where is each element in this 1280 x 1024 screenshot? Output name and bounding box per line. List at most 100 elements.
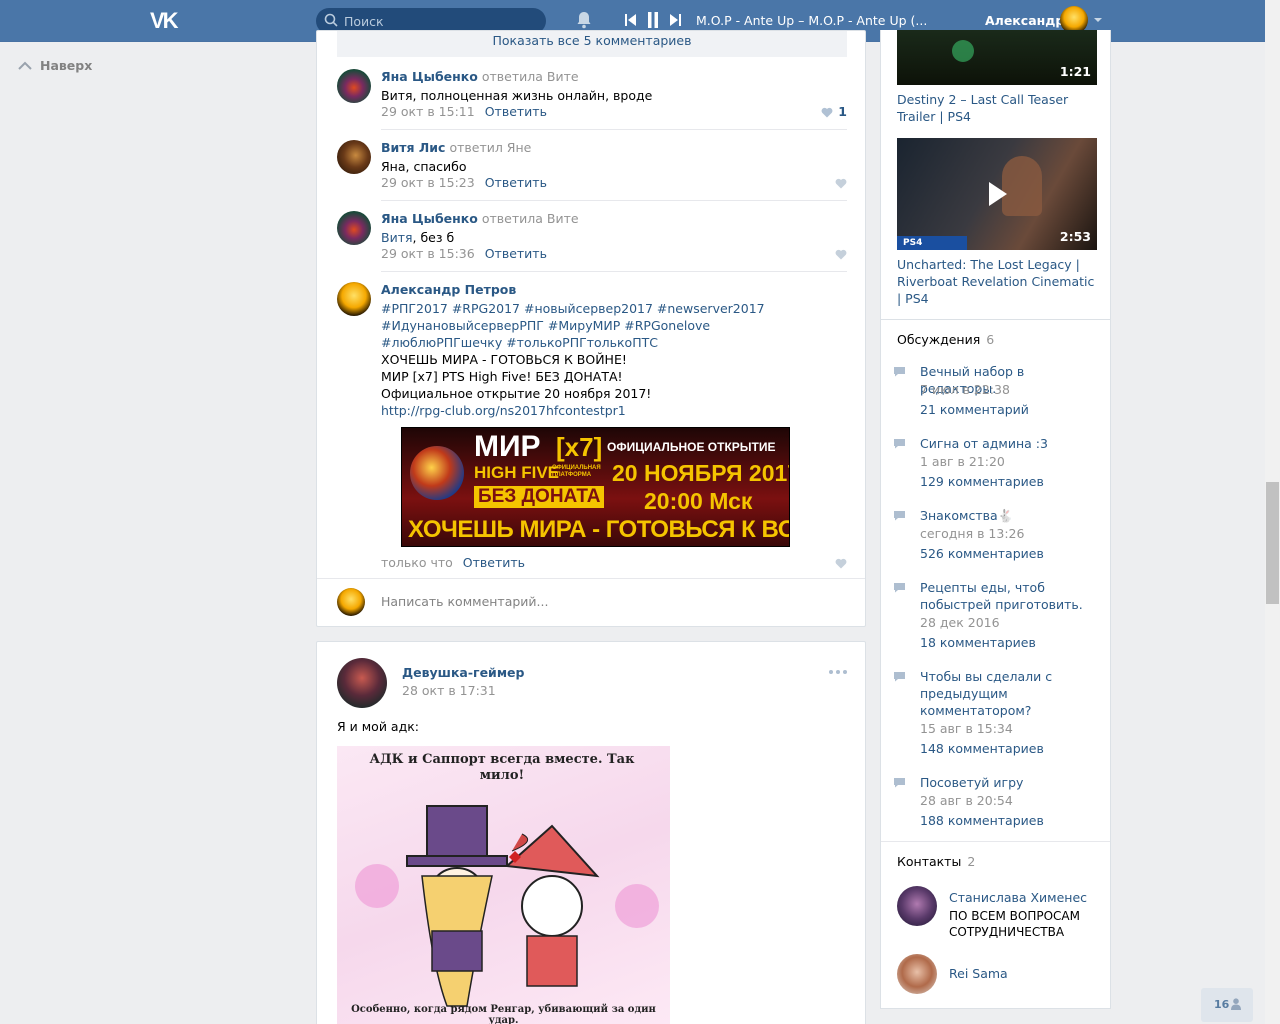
user-menu-chevron-icon[interactable]: [1094, 18, 1102, 22]
user-name[interactable]: Александр: [985, 13, 1064, 28]
contact-name[interactable]: Станислава Хименес: [949, 890, 1087, 905]
promo-banner-image[interactable]: МИР [x7] ОФИЦИАЛЬНОЕ ОТКРЫТИЕ HIGH FIVE …: [401, 427, 790, 547]
video-title[interactable]: Uncharted: The Lost Legacy | Riverboat R…: [897, 256, 1102, 307]
post-image[interactable]: АДК и Саппорт всегда вместе. Так мило! О…: [337, 746, 670, 1024]
discussion-date: 1 авг в 21:20: [920, 454, 1005, 469]
comment-text: Яна, спасибо: [381, 159, 467, 174]
next-track-icon[interactable]: [669, 14, 681, 26]
section-divider: [881, 841, 1110, 842]
like-heart-icon[interactable]: [821, 107, 833, 118]
discussion-item[interactable]: Знакомства🐇 сегодня в 13:26 526 коммента…: [893, 507, 1093, 567]
show-all-comments-button[interactable]: Показать все 5 комментариев: [337, 31, 847, 57]
comment-author[interactable]: Витя Лис: [381, 140, 445, 155]
contacts-header[interactable]: Контакты 2: [897, 854, 975, 869]
post-time[interactable]: 28 окт в 17:31: [402, 683, 496, 698]
discussion-comments[interactable]: 18 комментариев: [920, 635, 1036, 650]
discussion-title[interactable]: Посоветуй игру: [920, 774, 1095, 791]
comment-author[interactable]: Яна Цыбенко: [381, 69, 478, 84]
discussion-comments[interactable]: 21 комментарий: [920, 402, 1029, 417]
reply-button[interactable]: Ответить: [485, 104, 547, 119]
discussion-date: 15 авг в 15:34: [920, 721, 1013, 736]
post-author-avatar[interactable]: [337, 658, 387, 708]
like-heart-icon[interactable]: [835, 249, 847, 260]
discussion-bubble-icon: [894, 367, 905, 377]
discussion-item[interactable]: Посоветуй игру 28 авг в 20:54 188 коммен…: [893, 774, 1093, 834]
show-all-comments-label: Показать все 5 комментариев: [492, 33, 692, 48]
reply-button[interactable]: Ответить: [485, 246, 547, 261]
hashtags[interactable]: #РПГ2017 #RPG2017 #новыйсервер2017 #news…: [381, 300, 821, 351]
video-thumbnail[interactable]: PS4 2:53: [897, 138, 1097, 250]
back-to-top[interactable]: Наверх: [18, 58, 92, 73]
scrollbar-thumb[interactable]: [1266, 482, 1279, 604]
comment-text: Витя, без б: [381, 229, 841, 246]
comment: Витя Лис ответил Яне Яна, спасибо 29 окт…: [337, 140, 847, 200]
like-count[interactable]: 1: [838, 104, 847, 119]
video-title[interactable]: Destiny 2 – Last Call Teaser Trailer | P…: [897, 91, 1102, 125]
comment-text-rest: , без б: [412, 230, 455, 245]
write-comment-input[interactable]: Написать комментарий...: [381, 594, 821, 609]
vk-logo[interactable]: VK: [150, 8, 186, 34]
banner-mir: МИР: [474, 430, 541, 463]
ps4-badge: PS4: [897, 236, 967, 250]
comment-author[interactable]: Александр Петров: [381, 282, 516, 297]
online-friends-button[interactable]: 16: [1201, 988, 1253, 1022]
comment: Яна Цыбенко ответила Вите Витя, без б 29…: [337, 211, 847, 271]
commenter-avatar[interactable]: [337, 69, 371, 103]
video-glow: [952, 40, 974, 62]
comment-time[interactable]: 29 окт в 15:11: [381, 104, 475, 119]
back-to-top-label: Наверх: [40, 58, 93, 73]
player-track-title[interactable]: M.O.P - Ante Up – M.O.P - Ante Up (...: [696, 13, 927, 28]
post-author[interactable]: Девушка-геймер: [402, 665, 524, 680]
discussion-title[interactable]: Сигна от админа :3: [920, 435, 1095, 452]
discussion-comments[interactable]: 148 комментариев: [920, 741, 1044, 756]
comment-text: Витя, полноценная жизнь онлайн, вроде: [381, 88, 653, 103]
comment-author[interactable]: Яна Цыбенко: [381, 211, 478, 226]
commenter-avatar[interactable]: [337, 211, 371, 245]
play-icon[interactable]: [987, 181, 1009, 207]
comment-time[interactable]: 29 окт в 15:23: [381, 175, 475, 190]
mention-link[interactable]: Витя: [381, 230, 413, 245]
post-card: Девушка-геймер 28 окт в 17:31 Я и мой ад…: [316, 641, 866, 1024]
notifications-bell-icon[interactable]: [576, 11, 592, 29]
contact-avatar[interactable]: [897, 886, 937, 926]
discussion-title[interactable]: Рецепты еды, чтоб побыстрей приготовить.: [920, 579, 1095, 613]
discussion-title[interactable]: Знакомства🐇: [920, 507, 1095, 524]
banner-platform: ОФИЦИАЛЬНАЯ ПЛАТФОРМА: [552, 465, 601, 478]
discussion-item[interactable]: Вечный набор в редакторы. 7 июл в 22:38 …: [893, 363, 1093, 423]
commenter-avatar[interactable]: [337, 140, 371, 174]
reply-button[interactable]: Ответить: [463, 555, 525, 570]
discussion-bubble-icon: [894, 672, 905, 682]
comment-reply-to: ответила Вите: [481, 69, 579, 84]
reply-button[interactable]: Ответить: [485, 175, 547, 190]
comment-author-line: Яна Цыбенко ответила Вите: [381, 69, 579, 84]
comment-divider: [381, 129, 847, 130]
discussion-item[interactable]: Чтобы вы сделали с предыдущим комментато…: [893, 668, 1093, 763]
discussion-title[interactable]: Чтобы вы сделали с предыдущим комментато…: [920, 668, 1070, 719]
more-options-icon[interactable]: [829, 670, 847, 674]
commenter-avatar[interactable]: [337, 282, 371, 316]
discussions-header[interactable]: Обсуждения 6: [897, 332, 994, 347]
comment-time[interactable]: только что: [381, 555, 453, 570]
discussion-comments[interactable]: 188 комментариев: [920, 813, 1044, 828]
contact-avatar[interactable]: [897, 954, 937, 994]
comment-time[interactable]: 29 окт в 15:36: [381, 246, 475, 261]
contacts-title: Контакты: [897, 854, 962, 869]
like-heart-icon[interactable]: [835, 178, 847, 189]
pause-icon[interactable]: [647, 12, 659, 28]
discussion-item[interactable]: Рецепты еды, чтоб побыстрей приготовить.…: [893, 579, 1093, 657]
discussion-comments[interactable]: 526 комментариев: [920, 546, 1044, 561]
previous-track-icon[interactable]: [625, 14, 637, 26]
comment-meta: только что Ответить: [381, 555, 525, 570]
contact-item[interactable]: Rei Sama: [897, 954, 1097, 996]
like-heart-icon[interactable]: [835, 558, 847, 569]
video-thumbnail[interactable]: 1:21: [897, 30, 1097, 85]
discussion-comments[interactable]: 129 комментариев: [920, 474, 1044, 489]
external-link[interactable]: http://rpg-club.org/ns2017hfcontestpr1: [381, 402, 821, 419]
contact-item[interactable]: Станислава Хименес ПО ВСЕМ ВОПРОСАМ СОТР…: [897, 886, 1097, 939]
my-avatar: [337, 588, 365, 616]
comment: Яна Цыбенко ответила Вите Витя, полноцен…: [337, 69, 847, 129]
comment-meta: 29 окт в 15:11 Ответить: [381, 104, 547, 119]
discussion-item[interactable]: Сигна от админа :3 1 авг в 21:20 129 ком…: [893, 435, 1093, 495]
comment-meta: 29 окт в 15:36 Ответить: [381, 246, 547, 261]
contact-name[interactable]: Rei Sama: [949, 966, 1008, 981]
